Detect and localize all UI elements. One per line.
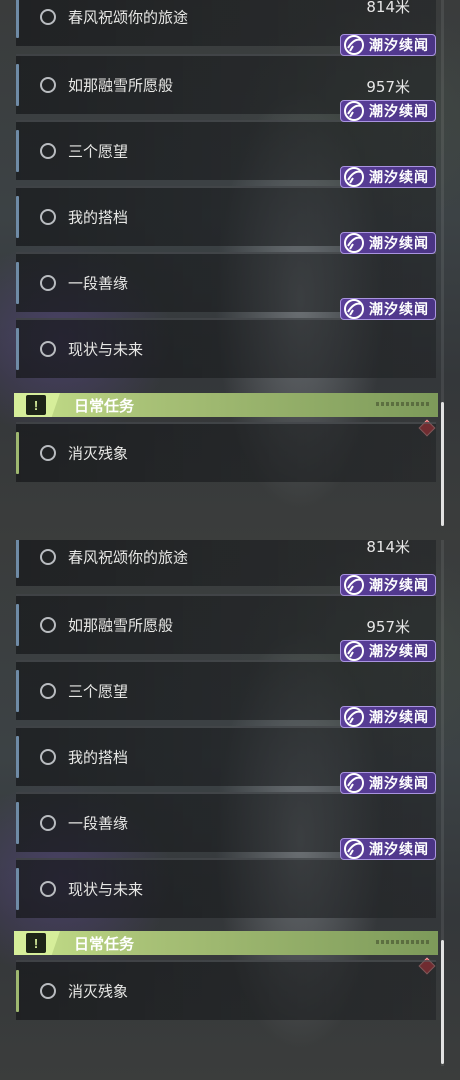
- tag-label: 潮汐续闻: [369, 104, 429, 120]
- quest-label: 一段善缘: [68, 814, 129, 833]
- quest-label: 一段善缘: [68, 274, 129, 293]
- quest-label: 三个愿望: [68, 682, 129, 701]
- quest-label: 消灭残象: [68, 982, 129, 1001]
- tag-badge: 潮汐续闻: [340, 772, 436, 794]
- tidal-crescent-icon: [343, 838, 365, 860]
- tidal-crescent-icon: [343, 574, 365, 596]
- quest-panel-top: 春风祝颂你的旅途 814米 潮汐续闻 如那融雪所愿般 957米 潮汐续闻 三个愿…: [0, 0, 460, 540]
- tidal-crescent-icon: [343, 34, 365, 56]
- circle-outline-icon: [40, 445, 56, 461]
- tag-badge: 潮汐续闻: [340, 34, 436, 56]
- circle-outline-icon: [40, 77, 56, 93]
- tidal-crescent-icon: [343, 166, 365, 188]
- header-icon-glyph: !: [33, 397, 39, 413]
- circle-outline-icon: [40, 881, 56, 897]
- header-deco: [376, 940, 430, 944]
- circle-outline-icon: [40, 275, 56, 291]
- quest-row[interactable]: 潮汐续闻 现状与未来: [16, 838, 436, 918]
- quest-label: 春风祝颂你的旅途: [68, 548, 189, 567]
- daily-quest-row[interactable]: 消灭残象: [16, 422, 436, 482]
- scrollbar-thumb[interactable]: [441, 402, 444, 526]
- quest-label: 现状与未来: [68, 340, 144, 359]
- quest-row[interactable]: 潮汐续闻 现状与未来: [16, 298, 436, 378]
- tag-label: 潮汐续闻: [369, 236, 429, 252]
- quest-distance: 957米: [366, 618, 410, 636]
- circle-outline-icon: [40, 815, 56, 831]
- quest-label: 我的搭档: [68, 748, 129, 767]
- scrollbar-thumb[interactable]: [441, 940, 444, 1064]
- quest-label: 春风祝颂你的旅途: [68, 8, 189, 27]
- tag-label: 潮汐续闻: [369, 842, 429, 858]
- quest-label: 如那融雪所愿般: [68, 76, 174, 95]
- tidal-crescent-icon: [343, 298, 365, 320]
- tag-label: 潮汐续闻: [369, 710, 429, 726]
- circle-outline-icon: [40, 341, 56, 357]
- section-title: 日常任务: [74, 397, 135, 415]
- header-deco: [376, 402, 430, 406]
- tag-label: 潮汐续闻: [369, 38, 429, 54]
- quest-label: 消灭残象: [68, 444, 129, 463]
- tag-badge: 潮汐续闻: [340, 706, 436, 728]
- tidal-crescent-icon: [343, 100, 365, 122]
- quest-panel-bottom: 春风祝颂你的旅途 814米 潮汐续闻 如那融雪所愿般 957米 潮汐续闻 三个愿…: [0, 540, 460, 1080]
- tidal-crescent-icon: [343, 640, 365, 662]
- circle-outline-icon: [40, 683, 56, 699]
- circle-outline-icon: [40, 749, 56, 765]
- circle-outline-icon: [40, 549, 56, 565]
- circle-outline-icon: [40, 617, 56, 633]
- circle-outline-icon: [40, 9, 56, 25]
- quest-label: 现状与未来: [68, 880, 144, 899]
- header-icon-glyph: !: [33, 935, 39, 951]
- daily-section-header[interactable]: ! 日常任务: [14, 393, 438, 417]
- tidal-crescent-icon: [343, 232, 365, 254]
- quest-label: 三个愿望: [68, 142, 129, 161]
- tidal-crescent-icon: [343, 706, 365, 728]
- circle-outline-icon: [40, 209, 56, 225]
- tag-label: 潮汐续闻: [369, 302, 429, 318]
- tag-badge: 潮汐续闻: [340, 640, 436, 662]
- tag-badge: 潮汐续闻: [340, 574, 436, 596]
- quest-distance: 957米: [366, 78, 410, 96]
- tidal-crescent-icon: [343, 772, 365, 794]
- tag-badge: 潮汐续闻: [340, 232, 436, 254]
- circle-outline-icon: [40, 143, 56, 159]
- daily-quest-row[interactable]: 消灭残象: [16, 960, 436, 1020]
- quest-distance: 814米: [366, 540, 410, 556]
- section-title: 日常任务: [74, 935, 135, 953]
- tag-badge: 潮汐续闻: [340, 298, 436, 320]
- quest-label: 我的搭档: [68, 208, 129, 227]
- quest-label: 如那融雪所愿般: [68, 616, 174, 635]
- tag-label: 潮汐续闻: [369, 644, 429, 660]
- tag-badge: 潮汐续闻: [340, 100, 436, 122]
- tag-label: 潮汐续闻: [369, 776, 429, 792]
- tag-badge: 潮汐续闻: [340, 166, 436, 188]
- tag-label: 潮汐续闻: [369, 578, 429, 594]
- tag-label: 潮汐续闻: [369, 170, 429, 186]
- circle-outline-icon: [40, 983, 56, 999]
- quest-distance: 814米: [366, 0, 410, 16]
- daily-section-header[interactable]: ! 日常任务: [14, 931, 438, 955]
- exclamation-box-icon: !: [26, 395, 46, 415]
- exclamation-box-icon: !: [26, 933, 46, 953]
- tag-badge: 潮汐续闻: [340, 838, 436, 860]
